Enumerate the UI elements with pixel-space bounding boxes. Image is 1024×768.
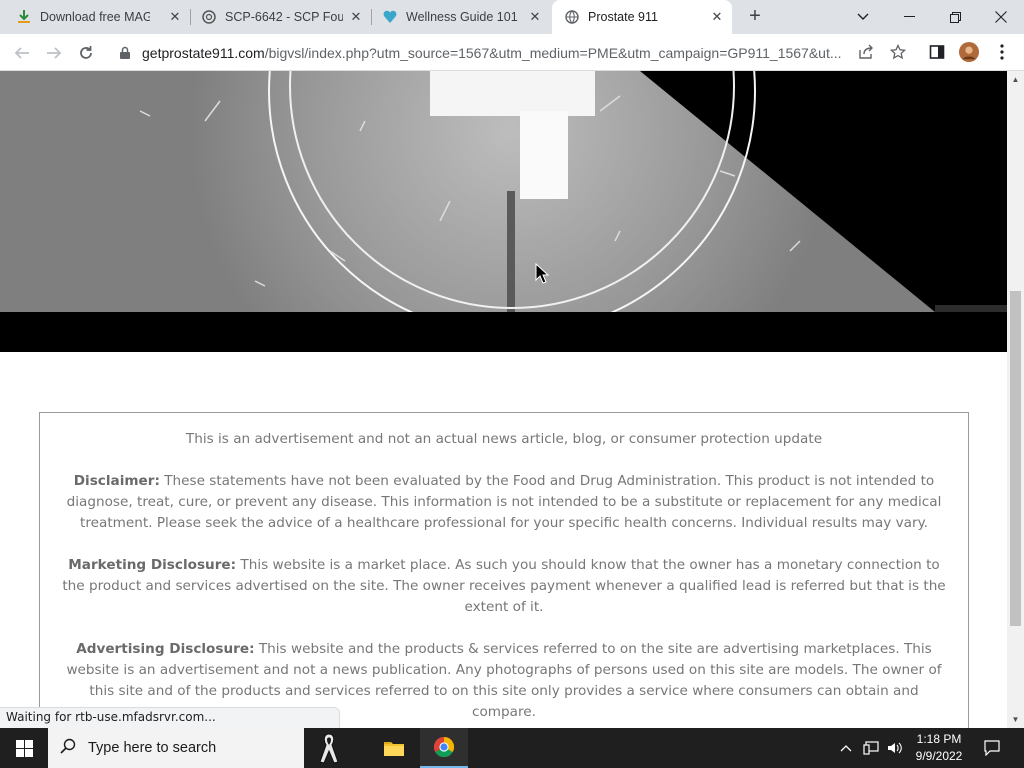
screen: Download free MAGIX ✕ SCP-6642 - SCP Fou… xyxy=(0,0,1024,768)
network-icon[interactable] xyxy=(860,728,882,768)
address-bar[interactable]: getprostate911.com/bigvsl/index.php?utm_… xyxy=(108,38,920,67)
marketing-disclosure-paragraph: Marketing Disclosure: This website is a … xyxy=(62,555,946,618)
close-tab-icon[interactable]: ✕ xyxy=(349,10,363,24)
tab-wellness-guide[interactable]: Wellness Guide 101 ✕ xyxy=(372,0,550,34)
video-player[interactable] xyxy=(0,71,1007,312)
scp-logo-icon xyxy=(201,9,217,25)
forward-arrow-icon[interactable] xyxy=(42,41,66,65)
tab-scp[interactable]: SCP-6642 - SCP Found ✕ xyxy=(191,0,371,34)
share-icon[interactable] xyxy=(856,42,876,62)
close-window-button[interactable] xyxy=(978,0,1024,34)
heart-icon xyxy=(382,9,398,25)
url-text[interactable]: getprostate911.com/bigvsl/index.php?utm_… xyxy=(142,45,848,61)
tab-title: SCP-6642 - SCP Found xyxy=(225,10,343,24)
disclaimer-heading: Disclaimer: xyxy=(73,473,160,489)
profile-avatar-icon[interactable] xyxy=(959,42,979,62)
lock-icon[interactable] xyxy=(118,46,132,60)
url-host: getprostate911.com xyxy=(142,44,265,61)
windows-start-icon[interactable] xyxy=(0,728,48,768)
awareness-ribbon-icon[interactable] xyxy=(305,728,353,768)
side-panel-icon[interactable] xyxy=(927,42,947,62)
marketing-disclosure-heading: Marketing Disclosure: xyxy=(68,557,237,573)
reload-icon[interactable] xyxy=(74,41,98,65)
browser-toolbar: getprostate911.com/bigvsl/index.php?utm_… xyxy=(0,34,1024,71)
clock-date: 9/9/2022 xyxy=(915,749,963,763)
taskbar-clock[interactable]: 1:18 PM 9/9/2022 xyxy=(906,731,972,765)
scroll-down-arrow-icon[interactable]: ▼ xyxy=(1011,715,1020,724)
tab-title: Wellness Guide 101 xyxy=(406,10,518,24)
tab-download-magix[interactable]: Download free MAGIX ✕ xyxy=(0,0,190,34)
clock-time: 1:18 PM xyxy=(916,732,962,746)
page-scrollbar[interactable]: ▲ ▼ xyxy=(1007,71,1024,728)
page-viewport: This is an advertisement and not an actu… xyxy=(0,71,1007,728)
taskbar-search-box[interactable]: Type here to search xyxy=(48,728,304,768)
video-frame-image xyxy=(0,71,1007,312)
tab-title: Prostate 911 xyxy=(588,10,658,24)
close-tab-icon[interactable]: ✕ xyxy=(710,10,724,24)
browser-menu-icon[interactable] xyxy=(992,42,1012,62)
volume-icon[interactable] xyxy=(884,728,906,768)
close-tab-icon[interactable]: ✕ xyxy=(528,10,542,24)
globe-icon xyxy=(564,9,580,25)
status-bubble: Waiting for rtb-use.mfadsrvr.com... xyxy=(0,707,340,728)
scroll-up-arrow-icon[interactable]: ▲ xyxy=(1011,75,1020,84)
restore-button[interactable] xyxy=(932,0,978,34)
download-arrow-icon xyxy=(16,9,32,25)
tab-strip: Download free MAGIX ✕ SCP-6642 - SCP Fou… xyxy=(0,0,1024,34)
advertisement-notice: This is an advertisement and not an actu… xyxy=(185,431,823,447)
windows-taskbar: Type here to search 1:18 PM 9/9/2022 xyxy=(0,728,1024,768)
close-tab-icon[interactable]: ✕ xyxy=(168,10,182,24)
show-hidden-icons-chevron-icon[interactable] xyxy=(836,728,856,768)
video-controls-bar[interactable] xyxy=(0,312,1007,352)
file-explorer-icon[interactable] xyxy=(370,728,418,768)
url-path: /bigvsl/index.php?utm_source=1567&utm_me… xyxy=(264,44,842,61)
tab-prostate-911[interactable]: Prostate 911 ✕ xyxy=(552,0,732,34)
chrome-taskbar-icon[interactable] xyxy=(420,728,468,768)
taskbar-search-placeholder: Type here to search xyxy=(88,740,217,756)
back-arrow-icon[interactable] xyxy=(10,41,34,65)
new-tab-button[interactable]: + xyxy=(744,6,766,28)
scrollbar-thumb[interactable] xyxy=(1010,291,1021,626)
bookmark-star-icon[interactable] xyxy=(888,42,908,62)
disclaimer-paragraph: Disclaimer: These statements have not be… xyxy=(62,471,946,534)
tab-title: Download free MAGIX xyxy=(40,10,150,24)
disclaimer-box: This is an advertisement and not an actu… xyxy=(39,412,969,728)
tab-search-chevron-icon[interactable] xyxy=(840,0,886,34)
disclaimer-text: These statements have not been evaluated… xyxy=(66,473,942,531)
notifications-icon[interactable] xyxy=(978,728,1006,768)
mouse-cursor-icon xyxy=(535,263,549,284)
search-icon xyxy=(60,738,76,758)
minimize-button[interactable] xyxy=(886,0,932,34)
advertising-disclosure-heading: Advertising Disclosure: xyxy=(76,641,255,657)
